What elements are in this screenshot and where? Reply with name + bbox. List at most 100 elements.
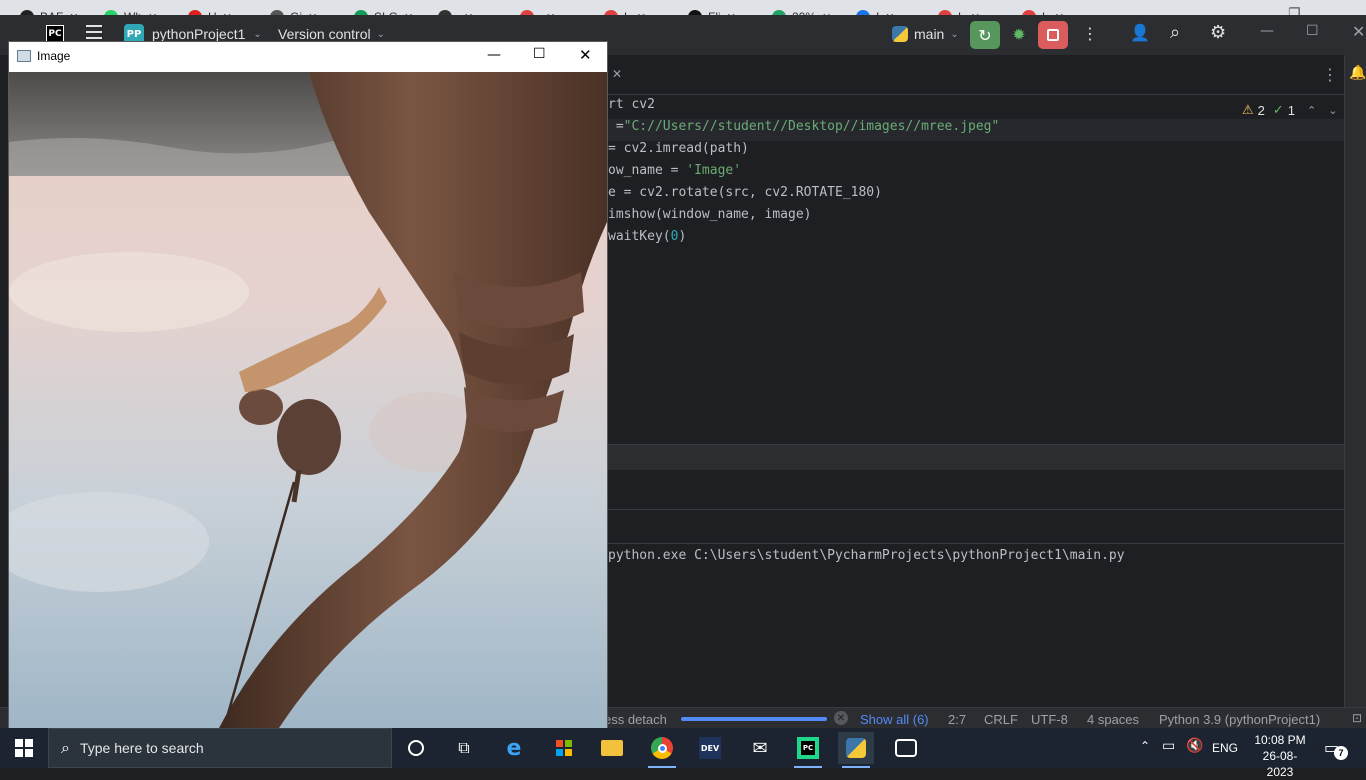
- windows-taskbar: ⌕ Type here to search ⧉ e DEV ✉ PC ⌃ ▭ 🔇…: [0, 728, 1366, 779]
- chrome-button[interactable]: [644, 732, 680, 768]
- editor-tab-bar: ✕ ⋮: [608, 55, 1366, 95]
- python-icon: [892, 26, 908, 42]
- photos-button[interactable]: [888, 732, 924, 764]
- project-name: pythonProject1: [152, 26, 246, 42]
- file-encoding[interactable]: UTF-8: [1031, 712, 1068, 727]
- image-window-titlebar[interactable]: Image — ☐ ✕: [9, 42, 607, 72]
- minimize-icon[interactable]: —: [487, 47, 501, 63]
- rotated-photo: [9, 72, 607, 728]
- vcs-widget[interactable]: Version control ⌄: [278, 26, 385, 42]
- network-icon[interactable]: ▭: [1162, 738, 1175, 754]
- show-all-link[interactable]: Show all (6): [860, 712, 929, 727]
- stop-icon: [1047, 29, 1059, 41]
- mail-icon: ✉: [752, 737, 768, 759]
- notifications-icon[interactable]: 🔔: [1349, 65, 1366, 81]
- maximize-icon[interactable]: ☐: [533, 46, 546, 62]
- close-icon[interactable]: ✕: [579, 46, 592, 64]
- more-icon[interactable]: ⋮: [1082, 24, 1098, 43]
- task-view-button[interactable]: ⧉: [446, 732, 482, 764]
- code-line[interactable]: waitKey(0): [608, 229, 686, 251]
- clock-time: 10:08 PM: [1254, 733, 1306, 747]
- windows-logo-icon: [15, 739, 33, 757]
- cortana-button[interactable]: [398, 732, 434, 764]
- python-taskbar-button[interactable]: [838, 732, 874, 768]
- taskbar-search-box[interactable]: ⌕ Type here to search: [48, 728, 392, 768]
- run-toolbar: [608, 470, 1344, 510]
- add-user-icon[interactable]: 👤: [1130, 23, 1150, 42]
- chrome-icon: [651, 737, 673, 759]
- run-console[interactable]: python.exe C:\Users\student\PycharmProje…: [608, 545, 1344, 707]
- chevron-up-icon[interactable]: ⌃: [1140, 739, 1150, 753]
- pycharm-taskbar-button[interactable]: PC: [790, 732, 826, 768]
- close-icon[interactable]: ✕: [1352, 22, 1365, 41]
- minimize-icon[interactable]: —: [1260, 23, 1274, 39]
- line-separator[interactable]: CRLF: [984, 712, 1018, 727]
- pycharm-icon: PC: [797, 737, 819, 759]
- process-progress-bar: [681, 717, 827, 721]
- file-explorer-button[interactable]: [594, 732, 630, 764]
- edge-icon: e: [506, 735, 522, 761]
- code-editor[interactable]: rt cv2 ="C://Users//student//Desktop//im…: [608, 96, 1344, 444]
- stop-button[interactable]: [1038, 21, 1068, 49]
- code-text: ): [678, 229, 687, 244]
- chevron-up-icon[interactable]: ⌃: [1307, 104, 1316, 117]
- chevron-down-icon: ⌄: [253, 28, 262, 40]
- code-string: "C://Users//student//Desktop//images//mr…: [623, 119, 1000, 134]
- search-placeholder: Type here to search: [79, 740, 204, 756]
- check-count: 1: [1287, 102, 1296, 118]
- inspection-widget[interactable]: ⚠ 2 ✓ 1 ⌃ ⌄: [1242, 102, 1337, 118]
- store-button[interactable]: [546, 732, 582, 764]
- run-subtoolbar: [608, 510, 1344, 544]
- devc-button[interactable]: DEV: [692, 732, 728, 764]
- window-app-icon: [17, 50, 31, 62]
- close-tab-icon[interactable]: ✕: [612, 67, 622, 81]
- code-line[interactable]: = cv2.imread(path): [608, 141, 749, 163]
- search-icon[interactable]: ⌕: [1170, 22, 1180, 43]
- code-text: ow_name =: [608, 163, 687, 178]
- code-text: =: [608, 119, 624, 134]
- rerun-icon: ↻: [978, 25, 992, 45]
- chevron-down-icon[interactable]: ⌄: [1328, 104, 1337, 117]
- action-center-button[interactable]: ▭ 7: [1320, 736, 1348, 760]
- indent-setting[interactable]: 4 spaces: [1087, 712, 1139, 727]
- notification-count: 7: [1334, 746, 1348, 760]
- edge-button[interactable]: e: [496, 732, 532, 764]
- more-tabs-icon[interactable]: ⋮: [1322, 65, 1338, 84]
- code-line[interactable]: rt cv2: [608, 97, 655, 119]
- branch-widget[interactable]: main ⌄: [892, 26, 959, 42]
- code-text: rt cv2: [608, 97, 655, 112]
- code-line[interactable]: ="C://Users//student//Desktop//images//m…: [608, 119, 1344, 141]
- volume-muted-icon[interactable]: 🔇: [1186, 738, 1203, 754]
- main-menu-icon[interactable]: [86, 25, 102, 39]
- warning-icon: ⚠: [1242, 102, 1254, 117]
- mail-button[interactable]: ✉: [742, 732, 778, 764]
- chevron-down-icon: ⌄: [376, 28, 385, 40]
- image-window-title: Image: [37, 49, 71, 63]
- code-text: = cv2.imread(path): [608, 141, 749, 156]
- photos-icon: [895, 739, 917, 757]
- check-icon: ✓: [1272, 102, 1284, 117]
- code-line[interactable]: ow_name = 'Image': [608, 163, 741, 185]
- code-text: waitKey(: [608, 229, 671, 244]
- devc-icon: DEV: [699, 737, 721, 759]
- start-button[interactable]: [0, 728, 48, 768]
- code-string: 'Image': [686, 163, 742, 178]
- run-panel-header: [608, 444, 1344, 470]
- caret-position[interactable]: 2:7: [948, 712, 966, 727]
- console-command-line: python.exe C:\Users\student\PycharmProje…: [608, 548, 1125, 563]
- clock[interactable]: 10:08 PM 26-08-2023: [1250, 732, 1310, 780]
- lock-icon[interactable]: ⊡: [1352, 711, 1362, 725]
- code-line[interactable]: imshow(window_name, image): [608, 207, 812, 229]
- debug-button[interactable]: ✹: [1008, 23, 1030, 45]
- task-view-icon: ⧉: [458, 738, 470, 757]
- maximize-icon[interactable]: ☐: [1306, 23, 1319, 39]
- image-window[interactable]: Image — ☐ ✕: [8, 41, 608, 728]
- code-line[interactable]: e = cv2.rotate(src, cv2.ROTATE_180): [608, 185, 882, 207]
- rerun-button[interactable]: ↻: [970, 21, 1000, 49]
- store-icon: [556, 740, 572, 756]
- bug-icon: ✹: [1012, 24, 1026, 44]
- language-indicator[interactable]: ENG: [1212, 741, 1238, 755]
- python-interpreter[interactable]: Python 3.9 (pythonProject1): [1159, 712, 1320, 727]
- gear-icon[interactable]: ⚙: [1210, 22, 1226, 43]
- cancel-process-icon[interactable]: ✕: [834, 711, 848, 725]
